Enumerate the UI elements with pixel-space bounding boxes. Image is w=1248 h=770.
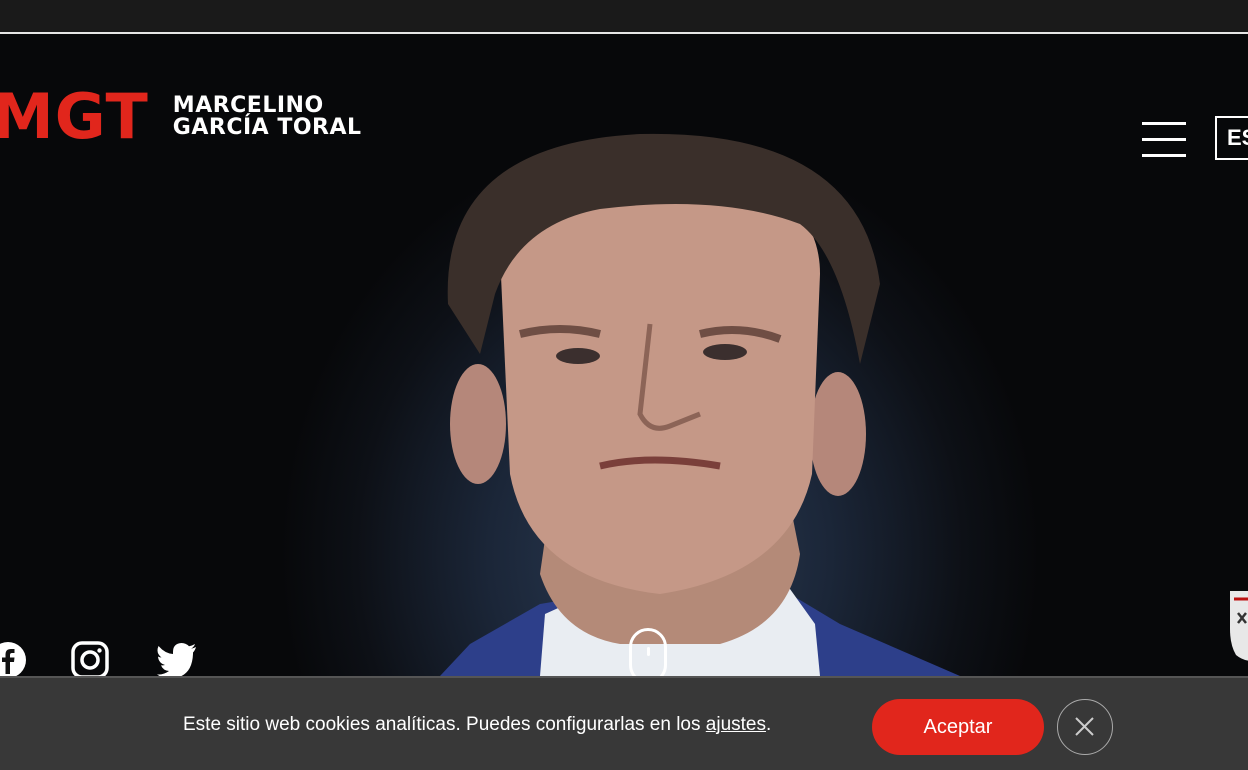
facebook-icon[interactable] (0, 640, 28, 676)
hamburger-menu-icon[interactable] (1142, 122, 1188, 160)
cookie-text-end: . (765, 714, 772, 735)
twitter-icon[interactable] (156, 640, 196, 676)
browser-top-strip (0, 0, 1248, 34)
accept-cookies-button[interactable]: Aceptar (872, 699, 1044, 755)
cookie-message: Este sitio web cookies analíticas. Puede… (183, 714, 771, 736)
close-icon[interactable] (1057, 699, 1113, 755)
page: MGT MARCELINO GARCÍA TORAL ES (0, 0, 1248, 770)
logo-mark: MGT (0, 80, 149, 153)
club-crest-icon (1228, 589, 1248, 669)
language-selector[interactable]: ES (1215, 116, 1248, 160)
logo-name-line1: MARCELINO (172, 93, 324, 118)
site-logo[interactable]: MGT MARCELINO GARCÍA TORAL (0, 86, 362, 148)
cookie-banner: Este sitio web cookies analíticas. Puede… (0, 676, 1248, 770)
cookie-settings-link[interactable]: ajustes (706, 714, 766, 735)
logo-name: MARCELINO GARCÍA TORAL (173, 95, 362, 139)
cookie-text: Este sitio web cookies analíticas. Puede… (183, 714, 706, 735)
hero-section: MGT MARCELINO GARCÍA TORAL ES (0, 34, 1248, 676)
logo-name-line2: GARCÍA TORAL (172, 115, 362, 140)
mouse-scroll-icon[interactable] (629, 628, 667, 676)
instagram-icon[interactable] (70, 640, 110, 676)
